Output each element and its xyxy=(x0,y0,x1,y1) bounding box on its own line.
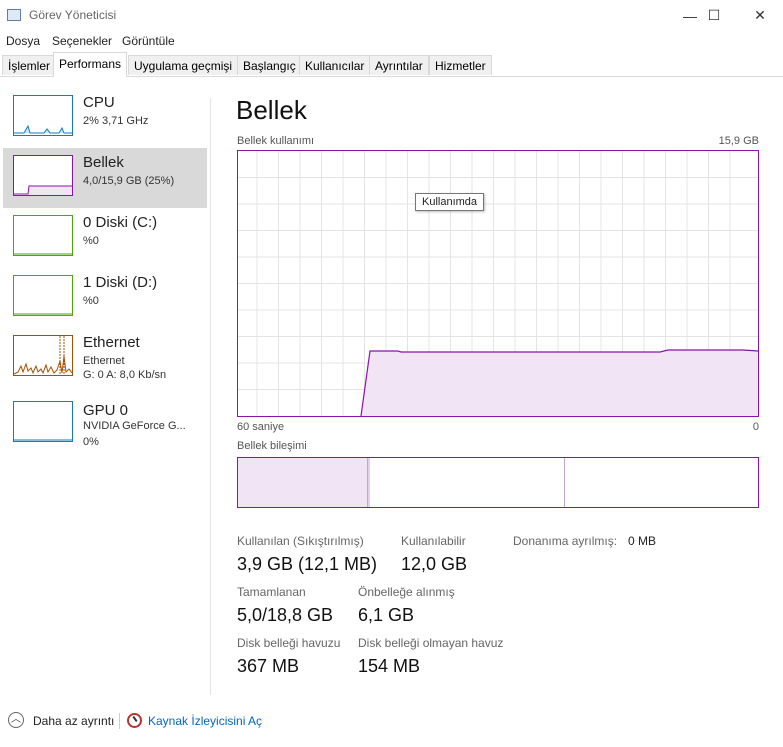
footer-divider xyxy=(119,713,120,729)
sidebar-item-label: 0 Diski (C:) xyxy=(83,214,158,231)
cpu-graph-icon xyxy=(13,95,73,136)
sidebar-divider xyxy=(210,98,211,695)
resource-monitor-icon[interactable] xyxy=(127,713,142,728)
sidebar-item-gpu[interactable]: GPU 0 NVIDIA GeForce G... 0% xyxy=(3,394,207,454)
sidebar-item-value: NVIDIA GeForce G... xyxy=(83,420,186,432)
footer: ︿ Daha az ayrıntı Kaynak İzleyicisini Aç xyxy=(0,705,783,735)
gpu-graph-icon xyxy=(13,401,73,442)
window-title: Görev Yöneticisi xyxy=(29,8,117,22)
tab-users[interactable]: Kullanıcılar xyxy=(299,55,371,75)
composition-standby-divider xyxy=(564,458,565,507)
menu-view[interactable]: Görüntüle xyxy=(122,34,175,48)
memory-graph-icon xyxy=(13,155,73,196)
disk-graph-icon xyxy=(13,215,73,256)
sidebar-item-value: 4,0/15,9 GB (25%) xyxy=(83,175,175,187)
composition-modified xyxy=(368,458,370,507)
sidebar-item-cpu[interactable]: CPU 2% 3,71 GHz xyxy=(3,88,207,148)
sidebar-item-label: Ethernet xyxy=(83,334,140,351)
sidebar-item-value: %0 xyxy=(83,295,99,307)
tab-performance[interactable]: Performans xyxy=(53,52,128,77)
usage-max: 15,9 GB xyxy=(718,135,759,147)
cached-label: Önbelleğe alınmış xyxy=(358,585,455,599)
tab-startup[interactable]: Başlangıç xyxy=(237,55,302,75)
maximize-button[interactable]: ☐ xyxy=(691,0,737,31)
tab-app-history[interactable]: Uygulama geçmişi xyxy=(128,55,239,75)
paged-pool-value: 367 MB xyxy=(237,656,300,676)
close-button[interactable]: ✕ xyxy=(737,0,783,31)
non-paged-pool-value: 154 MB xyxy=(358,656,421,676)
in-use-value: 3,9 GB (12,1 MB) xyxy=(237,554,378,574)
title-bar: Görev Yöneticisi — ☐ ✕ xyxy=(0,0,783,31)
non-paged-pool-label: Disk belleği olmayan havuz xyxy=(358,636,504,650)
sidebar-item-label: Bellek xyxy=(83,154,124,171)
task-manager-icon xyxy=(7,9,21,21)
sidebar-item-disk-c[interactable]: 0 Diski (C:) %0 xyxy=(3,208,207,268)
menu-bar: Dosya Seçenekler Görüntüle xyxy=(0,31,783,51)
sidebar-item-disk-d[interactable]: 1 Diski (D:) %0 xyxy=(3,268,207,328)
tab-processes[interactable]: İşlemler xyxy=(2,55,57,75)
sidebar-item-value: 2% 3,71 GHz xyxy=(83,115,149,127)
in-use-label: Kullanılan (Sıkıştırılmış) xyxy=(237,534,364,548)
menu-options[interactable]: Seçenekler xyxy=(52,34,112,48)
hardware-reserved-label: Donanıma ayrılmış: xyxy=(513,534,618,548)
sidebar-item-ethernet[interactable]: Ethernet Ethernet G: 0 A: 8,0 Kb/sn xyxy=(3,328,207,388)
committed-value: 5,0/18,8 GB xyxy=(237,605,334,625)
in-use-tooltip: Kullanımda xyxy=(415,193,485,211)
ethernet-graph-icon xyxy=(13,335,73,376)
tab-bar: İşlemler Performans Uygulama geçmişi Baş… xyxy=(0,51,783,77)
sidebar-item-value: %0 xyxy=(83,235,99,247)
sidebar-item-value: Ethernet xyxy=(83,355,125,367)
memory-usage-graph xyxy=(237,150,759,417)
sidebar-item-label: CPU xyxy=(83,94,115,111)
fewer-details-link[interactable]: Daha az ayrıntı xyxy=(33,714,114,728)
hardware-reserved-value: 0 MB xyxy=(628,534,657,548)
time-axis-left: 60 saniye xyxy=(237,421,285,433)
menu-file[interactable]: Dosya xyxy=(6,34,40,48)
usage-label: Bellek kullanımı xyxy=(237,135,315,147)
sidebar-item-value-2: G: 0 A: 8,0 Kb/sn xyxy=(83,369,167,381)
cached-value: 6,1 GB xyxy=(358,605,415,625)
tab-services[interactable]: Hizmetler xyxy=(429,55,492,75)
committed-label: Tamamlanan xyxy=(237,585,306,599)
page-title: Bellek xyxy=(236,95,307,125)
time-axis-right: 0 xyxy=(752,421,759,433)
chevron-up-icon[interactable]: ︿ xyxy=(8,712,24,728)
sidebar-item-value-2: 0% xyxy=(83,436,99,448)
available-label: Kullanılabilir xyxy=(401,534,466,548)
sidebar-item-memory[interactable]: Bellek 4,0/15,9 GB (25%) xyxy=(3,148,207,208)
memory-composition-bar xyxy=(237,457,759,508)
composition-label: Bellek bileşimi xyxy=(237,440,307,452)
sidebar-item-label: GPU 0 xyxy=(83,402,129,419)
composition-in-use xyxy=(238,458,368,507)
sidebar-item-label: 1 Diski (D:) xyxy=(83,274,158,291)
disk-graph-icon xyxy=(13,275,73,316)
paged-pool-label: Disk belleği havuzu xyxy=(237,636,341,650)
resource-monitor-link[interactable]: Kaynak İzleyicisini Aç xyxy=(148,714,262,728)
available-value: 12,0 GB xyxy=(401,554,468,574)
tab-details[interactable]: Ayrıntılar xyxy=(369,55,429,75)
